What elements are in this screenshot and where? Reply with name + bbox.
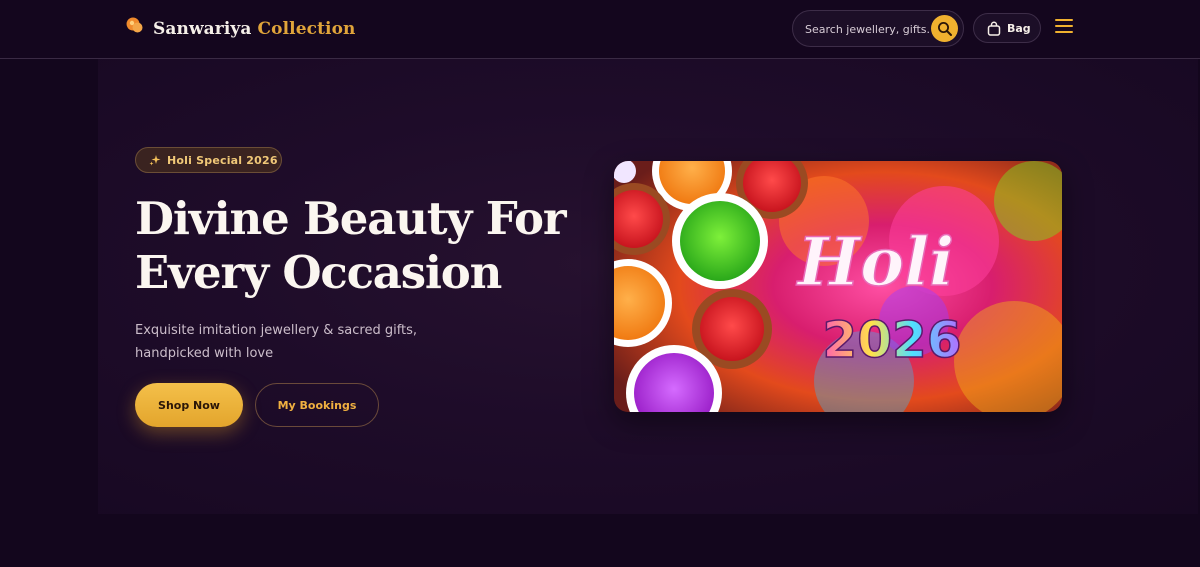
my-bookings-button[interactable]: My Bookings	[255, 383, 379, 427]
bag-icon	[987, 21, 1001, 36]
shop-now-button[interactable]: Shop Now	[135, 383, 243, 427]
badge-label: Holi Special 2026	[167, 153, 278, 167]
hero-headline: Divine Beauty For Every Occasion	[135, 192, 567, 299]
search-bar	[792, 10, 964, 47]
banner-year: 2026	[822, 311, 961, 369]
menu-line	[1055, 19, 1073, 21]
holi-banner-image[interactable]: Holi 2026	[614, 161, 1062, 412]
search-button[interactable]	[931, 15, 958, 42]
page: Sanwariya Collection Bag	[0, 0, 1200, 567]
sparkles-icon	[149, 155, 161, 166]
search-input[interactable]	[805, 20, 930, 38]
bag-label: Bag	[1007, 21, 1031, 35]
hero-subtitle: Exquisite imitation jewellery & sacred g…	[135, 323, 418, 361]
menu-line	[1055, 25, 1073, 27]
logo-icon	[126, 17, 143, 33]
brand-name: Sanwariya Collection	[153, 19, 356, 39]
banner-title: Holi	[796, 223, 955, 301]
hamburger-menu-icon[interactable]	[1055, 19, 1075, 37]
holi-badge: Holi Special 2026	[135, 147, 282, 173]
search-icon	[937, 21, 952, 36]
brand[interactable]: Sanwariya Collection	[124, 14, 356, 44]
menu-line	[1055, 31, 1073, 33]
bag-button[interactable]: Bag	[973, 13, 1041, 43]
brand-name-accent: Collection	[257, 19, 356, 39]
brand-name-primary: Sanwariya	[153, 19, 252, 39]
top-navbar: Sanwariya Collection Bag	[0, 0, 1200, 59]
holi-banner-artwork: Holi 2026	[614, 161, 1062, 412]
